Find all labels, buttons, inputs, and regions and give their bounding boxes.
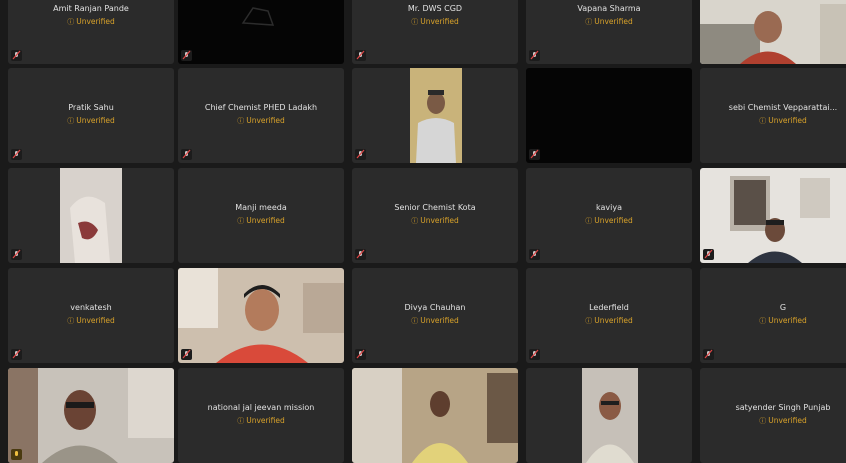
participant-name: Senior Chemist Kota [394,203,476,212]
info-icon: ⓘ [67,18,75,26]
participant-video-tile[interactable] [352,68,518,163]
verification-status: ⓘ Unverified [237,116,285,125]
participant-tile[interactable]: Senior Chemist Kota ⓘ Unverified [352,168,518,263]
participant-video-tile[interactable] [700,168,846,263]
participant-tile[interactable]: Chief Chemist PHED Ladakh ⓘ Unverified [178,68,344,163]
participant-tile[interactable]: Pratik Sahu ⓘ Unverified [8,68,174,163]
participant-tile[interactable]: Mr. DWS CGD ⓘ Unverified [352,0,518,64]
video-feed [60,168,122,263]
video-feed [410,68,462,163]
mic-muted-icon [11,449,22,460]
mic-muted-icon [703,249,714,260]
participant-tile[interactable]: Gⓘ Unverified [700,268,846,363]
participant-video-tile[interactable] [8,168,174,263]
participant-video-tile[interactable] [352,368,518,463]
participant-name: Mr. DWS CGD [407,4,463,13]
participant-grid: Amit Ranjan Pande ⓘ Unverified Mr. DWS CGD… [0,0,846,463]
mic-muted-icon [355,349,366,360]
video-feed [700,0,846,64]
participant-tile[interactable]: satyender Singh Punjab ⓘ Unverified [700,368,846,463]
verification-status: ⓘ Unverified [237,416,285,425]
verification-status: ⓘ Unverified [585,17,633,26]
participant-video-tile[interactable] [526,368,692,463]
participant-tile[interactable]: kaviya ⓘ Unverified [526,168,692,263]
participant-tile[interactable] [526,68,692,163]
mic-muted-icon [11,249,22,260]
mic-muted-icon [181,149,192,160]
mic-muted-icon [355,50,366,61]
participant-name: venkatesh [70,303,112,312]
mic-muted-icon [11,50,22,61]
mic-muted-icon [529,249,540,260]
participant-tile[interactable]: Lederfield ⓘ Unverified [526,268,692,363]
mic-muted-icon [703,349,714,360]
verification-status: ⓘ Unverified [585,216,633,225]
verification-status: ⓘ Unverified [759,316,807,325]
participant-name: G [779,303,787,312]
mic-muted-icon [355,249,366,260]
info-icon: ⓘ [67,117,75,125]
participant-tile[interactable] [178,0,344,64]
info-icon: ⓘ [585,317,593,325]
video-feed [352,368,518,463]
participant-video-tile[interactable] [178,268,344,363]
participant-name: Divya Chauhan [404,303,466,312]
participant-tile[interactable]: venkatesh ⓘ Unverified [8,268,174,363]
video-feed [178,268,344,363]
mic-muted-icon [11,149,22,160]
verification-status: ⓘ Unverified [411,316,459,325]
participant-tile[interactable]: Manji meeda ⓘ Unverified [178,168,344,263]
info-icon: ⓘ [759,417,767,425]
verification-status: ⓘ Unverified [759,116,807,125]
info-icon: ⓘ [411,317,419,325]
verification-status: ⓘ Unverified [67,116,115,125]
participant-name: Lederfield [589,303,629,312]
participant-video-tile[interactable] [8,368,174,463]
participant-name: kaviya [596,203,622,212]
video-feed [8,368,174,463]
participant-name: Amit Ranjan Pande [53,4,129,13]
info-icon: ⓘ [585,18,593,26]
info-icon: ⓘ [237,217,245,225]
verification-status: ⓘ Unverified [759,416,807,425]
verification-status: ⓘ Unverified [585,316,633,325]
mic-muted-icon [529,50,540,61]
participant-name: Pratik Sahu [68,103,114,112]
verification-status: ⓘ Unverified [67,316,115,325]
info-icon: ⓘ [411,217,419,225]
verification-status: ⓘ Unverified [411,17,459,26]
info-icon: ⓘ [759,317,767,325]
participant-tile[interactable]: sebi Chemist Vepparattai... ⓘ Unverified [700,68,846,163]
mic-muted-icon [181,50,192,61]
mic-muted-icon [529,349,540,360]
participant-tile[interactable]: Amit Ranjan Pande ⓘ Unverified [8,0,174,64]
mic-muted-icon [11,349,22,360]
verification-status: ⓘ Unverified [67,17,115,26]
participant-tile[interactable]: Vapana Sharma ⓘ Unverified [526,0,692,64]
mic-muted-icon [529,149,540,160]
info-icon: ⓘ [759,117,767,125]
verification-status: ⓘ Unverified [411,216,459,225]
info-icon: ⓘ [237,117,245,125]
mic-muted-icon [181,349,192,360]
participant-name: national jal jeevan mission [207,403,315,412]
participant-name: Chief Chemist PHED Ladakh [204,103,318,112]
participant-video-tile[interactable] [700,0,846,64]
mic-muted-icon [355,149,366,160]
participant-tile[interactable]: Divya Chauhan ⓘ Unverified [352,268,518,363]
participant-tile[interactable]: national jal jeevan mission ⓘ Unverified [178,368,344,463]
video-feed [700,168,846,263]
video-feed [582,368,638,463]
info-icon: ⓘ [585,217,593,225]
participant-name: satyender Singh Punjab [735,403,831,412]
info-icon: ⓘ [67,317,75,325]
participant-name: Manji meeda [235,203,287,212]
info-icon: ⓘ [237,417,245,425]
verification-status: ⓘ Unverified [237,216,285,225]
info-icon: ⓘ [411,18,419,26]
participant-name: Vapana Sharma [577,4,641,13]
participant-name: sebi Chemist Vepparattai... [728,103,838,112]
